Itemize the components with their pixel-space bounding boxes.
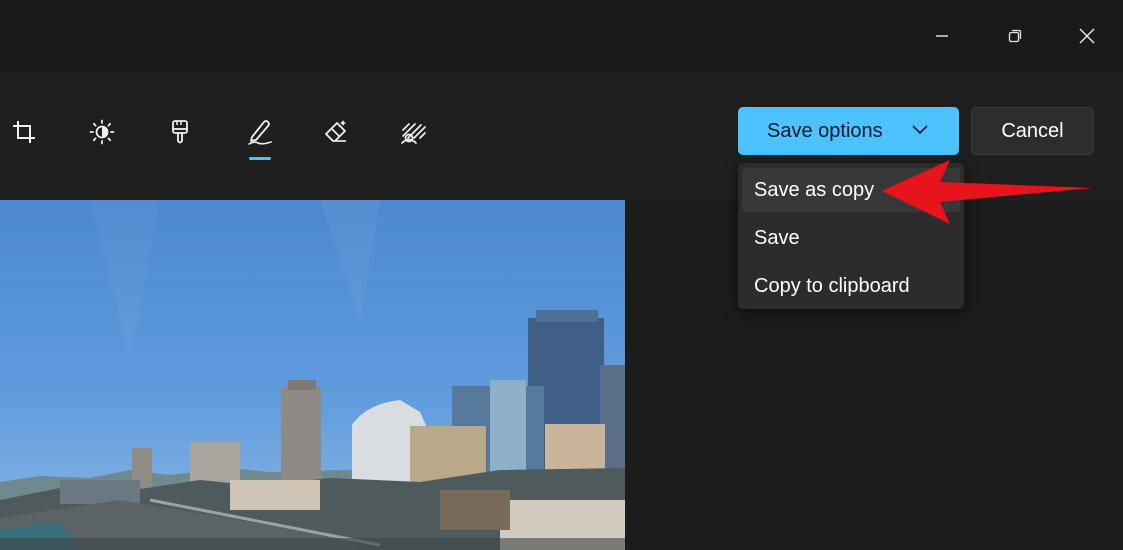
- filter-icon: [172, 120, 188, 144]
- photo-canvas: [0, 200, 625, 550]
- eraser-icon: [325, 120, 346, 142]
- restore-icon: [1008, 29, 1022, 43]
- minimize-button[interactable]: [919, 18, 965, 54]
- photos-editor-window: Save options Cancel Save as copy Save Co…: [0, 0, 1123, 550]
- crop-icon: [13, 121, 35, 143]
- red-arrow-annotation: [882, 160, 1092, 224]
- adjustment-tool-button[interactable]: [82, 112, 122, 152]
- close-button[interactable]: [1064, 18, 1110, 54]
- markup-pen-icon: [248, 120, 272, 145]
- title-bar: [0, 0, 1123, 72]
- chevron-down-icon: [912, 125, 928, 135]
- menu-item-label: Save as copy: [754, 178, 875, 201]
- menu-item-copy-to-clipboard[interactable]: Copy to clipboard: [742, 264, 960, 308]
- brightness-icon: [89, 119, 115, 145]
- crop-tool-button[interactable]: [4, 112, 44, 152]
- cancel-button[interactable]: Cancel: [971, 107, 1094, 155]
- erase-tool-button[interactable]: [316, 112, 356, 152]
- menu-item-label: Save: [754, 226, 800, 249]
- city-skyline-photo: [0, 200, 625, 550]
- save-options-label: Save options: [767, 119, 883, 142]
- markup-tool-button[interactable]: [240, 112, 280, 152]
- menu-item-label: Copy to clipboard: [754, 274, 910, 297]
- background-tool-button[interactable]: [394, 112, 434, 152]
- filter-tool-button[interactable]: [160, 112, 200, 152]
- selected-tool-indicator: [249, 157, 271, 160]
- save-options-button[interactable]: Save options: [738, 107, 959, 155]
- minimize-icon: [936, 35, 948, 37]
- cancel-label: Cancel: [1001, 119, 1064, 142]
- close-icon: [1079, 28, 1095, 44]
- background-blur-icon: [401, 123, 426, 144]
- restore-button[interactable]: [992, 18, 1038, 54]
